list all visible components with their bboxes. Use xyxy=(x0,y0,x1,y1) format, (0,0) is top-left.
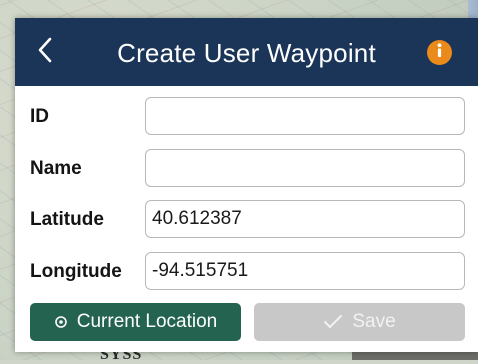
longitude-field[interactable] xyxy=(145,252,465,290)
current-location-button[interactable]: Current Location xyxy=(30,303,241,341)
latitude-label: Latitude xyxy=(30,209,104,230)
back-button[interactable] xyxy=(27,32,63,72)
panel-header: Create User Waypoint xyxy=(15,18,478,86)
latitude-field[interactable] xyxy=(145,200,465,238)
create-waypoint-panel: Create User Waypoint ID Name Latitude Lo… xyxy=(15,18,478,352)
name-label: Name xyxy=(30,158,82,179)
location-target-icon xyxy=(54,315,68,329)
info-icon xyxy=(427,38,452,68)
info-button[interactable] xyxy=(427,40,452,65)
save-button[interactable]: Save xyxy=(254,303,465,341)
name-field[interactable] xyxy=(145,149,465,187)
longitude-label: Longitude xyxy=(30,261,122,282)
id-label: ID xyxy=(30,106,49,127)
save-label: Save xyxy=(352,311,396,332)
id-field[interactable] xyxy=(145,97,465,135)
page-title: Create User Waypoint xyxy=(117,38,376,68)
checkmark-icon xyxy=(323,314,343,330)
current-location-label: Current Location xyxy=(76,311,218,332)
chevron-left-icon xyxy=(37,37,53,68)
